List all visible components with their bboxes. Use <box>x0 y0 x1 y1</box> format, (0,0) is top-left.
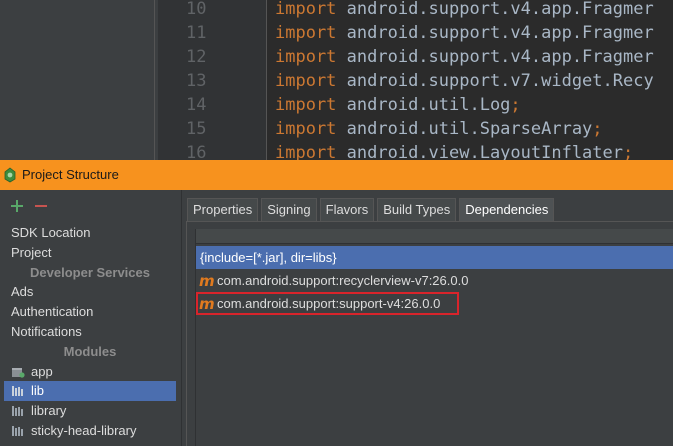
code-text: android.support.v4.app.Fragmer <box>336 47 654 67</box>
code-line[interactable]: 12 import android.support.v4.app.Fragmer <box>0 45 673 69</box>
sidebar-item-sticky-head-library[interactable]: sticky-head-library <box>4 421 176 441</box>
dependencies-table: {include=[*.jar], dir=libs} m com.androi… <box>195 229 673 446</box>
sidebar-section-developer-services: Developer Services <box>30 264 150 280</box>
code-line[interactable]: 13 import android.support.v7.widget.Recy <box>0 69 673 93</box>
dependency-label: com.android.support:support-v4:26.0.0 <box>217 296 441 311</box>
code-text: android.view.LayoutInflater <box>336 143 623 160</box>
code-semicolon: ; <box>592 119 603 139</box>
tab-bar: Properties Signing Flavors Build Types D… <box>187 198 557 221</box>
code-keyword: import <box>275 95 337 115</box>
sidebar-list: SDK Location Project Developer Services … <box>4 223 176 441</box>
maven-icon: m <box>199 295 215 313</box>
sidebar-item-library[interactable]: library <box>4 401 176 421</box>
dependency-label: com.android.support:recyclerview-v7:26.0… <box>217 273 469 288</box>
line-number: 11 <box>186 23 207 43</box>
app-module-icon <box>12 367 25 378</box>
sidebar: SDK Location Project Developer Services … <box>0 190 181 446</box>
pane-splitter[interactable] <box>181 190 185 446</box>
code-keyword: import <box>275 23 337 43</box>
tab-build-types[interactable]: Build Types <box>377 198 457 221</box>
line-number: 14 <box>186 95 207 115</box>
dialog-title: Project Structure <box>22 167 119 182</box>
code-keyword: import <box>275 47 337 67</box>
dependency-row-recyclerview[interactable]: m com.android.support:recyclerview-v7:26… <box>196 269 673 292</box>
sidebar-item-notifications[interactable]: Notifications <box>4 322 176 342</box>
sidebar-item-label: sticky-head-library <box>31 422 137 438</box>
code-text: android.support.v4.app.Fragmer <box>336 0 654 19</box>
code-keyword: import <box>275 143 337 160</box>
tab-properties[interactable]: Properties <box>187 198 259 221</box>
sidebar-section-modules: Modules <box>63 343 117 359</box>
code-keyword: import <box>275 0 337 19</box>
add-icon[interactable] <box>10 199 24 213</box>
dependency-row-support-v4[interactable]: m com.android.support:support-v4:26.0.0 <box>196 292 459 315</box>
code-line[interactable]: 14 import android.util.Log; <box>0 93 673 117</box>
code-semicolon: ; <box>510 95 521 115</box>
sidebar-item-app[interactable]: app <box>4 362 176 382</box>
sidebar-item-authentication[interactable]: Authentication <box>4 302 176 322</box>
code-keyword: import <box>275 71 337 91</box>
line-number: 16 <box>186 143 207 160</box>
sidebar-item-label: library <box>31 403 67 419</box>
module-settings-pane: Properties Signing Flavors Build Types D… <box>186 190 673 446</box>
code-line[interactable]: 16 import android.view.LayoutInflater; <box>0 141 673 160</box>
maven-icon: m <box>199 272 215 290</box>
line-number: 12 <box>186 47 207 67</box>
code-line[interactable]: 11 import android.support.v4.app.Fragmer <box>0 21 673 45</box>
android-studio-icon <box>4 167 16 183</box>
code-editor: 10 import android.support.v4.app.Fragmer… <box>0 0 673 160</box>
code-line[interactable]: 10 import android.support.v4.app.Fragmer <box>0 0 673 21</box>
code-text: android.util.Log <box>336 95 511 115</box>
tab-dependencies[interactable]: Dependencies <box>459 198 555 221</box>
code-text: android.util.SparseArray <box>336 119 593 139</box>
code-text: android.support.v4.app.Fragmer <box>336 23 654 43</box>
code-line[interactable]: 15 import android.util.SparseArray; <box>0 117 673 141</box>
library-module-icon <box>12 386 23 397</box>
dependency-row-jar-files[interactable]: {include=[*.jar], dir=libs} <box>196 246 673 269</box>
line-number: 15 <box>186 119 207 139</box>
remove-icon[interactable] <box>34 199 48 213</box>
code-semicolon: ; <box>623 143 634 160</box>
table-header[interactable] <box>196 229 673 244</box>
library-module-icon <box>12 406 23 417</box>
line-number: 10 <box>186 0 207 19</box>
tab-signing[interactable]: Signing <box>261 198 317 221</box>
dialog-title-bar[interactable]: Project Structure <box>0 160 673 190</box>
tab-flavors[interactable]: Flavors <box>319 198 375 221</box>
sidebar-item-lib[interactable]: lib <box>4 381 176 402</box>
sidebar-item-ads[interactable]: Ads <box>4 282 176 302</box>
dependencies-panel: {include=[*.jar], dir=libs} m com.androi… <box>186 221 673 446</box>
code-text: android.support.v7.widget.Recy <box>336 71 654 91</box>
dialog-body: SDK Location Project Developer Services … <box>0 190 673 446</box>
library-module-icon <box>12 425 23 436</box>
code-keyword: import <box>275 119 337 139</box>
sidebar-item-sdk-location[interactable]: SDK Location <box>4 223 176 243</box>
dependency-label: {include=[*.jar], dir=libs} <box>200 250 337 265</box>
line-number: 13 <box>186 71 207 91</box>
sidebar-item-label: app <box>31 363 53 379</box>
sidebar-item-project[interactable]: Project <box>4 243 176 263</box>
sidebar-item-label: lib <box>31 383 45 399</box>
